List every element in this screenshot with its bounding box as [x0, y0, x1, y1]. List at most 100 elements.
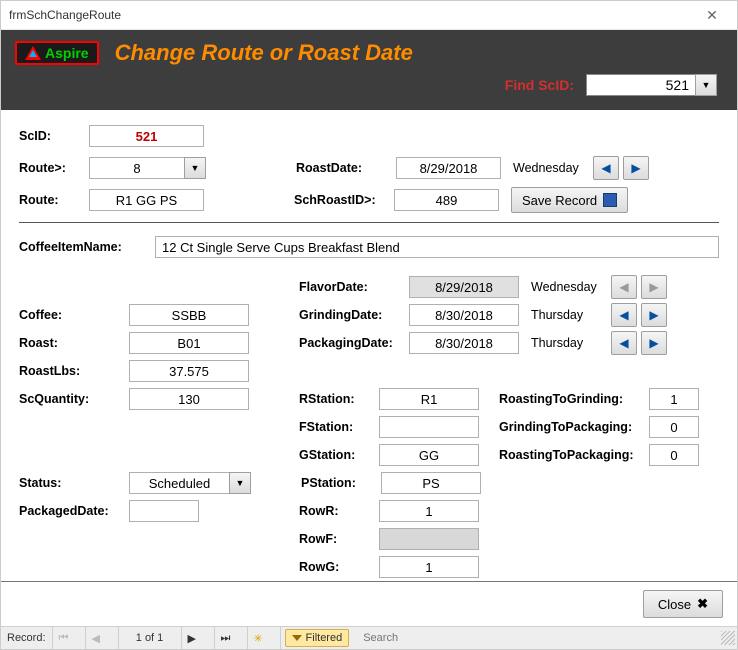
flavor-date-prev-button[interactable]: ◀ [611, 275, 637, 299]
page-title: Change Route or Roast Date [115, 40, 413, 66]
route-sel-value: 8 [89, 157, 184, 179]
close-label: Close [658, 597, 691, 612]
close-button[interactable]: Close ✖ [643, 590, 723, 618]
row-g-field[interactable]: 1 [379, 556, 479, 578]
grinding-date-field[interactable]: 8/30/2018 [409, 304, 519, 326]
roast-date-day: Wednesday [501, 161, 593, 175]
roasting-to-grinding-field[interactable]: 1 [649, 388, 699, 410]
g-station-field[interactable]: GG [379, 444, 479, 466]
record-nav-bar: Record: ⏮ ◀ 1 of 1 ▶ ⏭ ✳ Filtered [1, 626, 737, 649]
separator [19, 222, 719, 223]
grinding-to-packaging-field[interactable]: 0 [649, 416, 699, 438]
header: Aspire Change Route or Roast Date Find S… [1, 30, 737, 110]
p-station-label: PStation: [301, 476, 381, 490]
packaged-date-field[interactable] [129, 500, 199, 522]
roast-date-field[interactable]: 8/29/2018 [396, 157, 501, 179]
window-close-icon[interactable]: ✕ [695, 7, 729, 24]
packaging-date-next-button[interactable]: ▶ [641, 331, 667, 355]
flavor-date-day: Wednesday [519, 280, 611, 294]
sc-quantity-field[interactable]: 130 [129, 388, 249, 410]
find-scid-dropdown-icon[interactable]: ▼ [695, 74, 717, 96]
sch-roast-id-label: SchRoastID>: [294, 193, 394, 207]
roast-date-label: RoastDate: [296, 161, 396, 175]
record-new-button[interactable]: ✳ [248, 627, 281, 649]
grinding-date-label: GrindingDate: [299, 308, 409, 322]
grinding-date-next-button[interactable]: ▶ [641, 303, 667, 327]
packaging-date-label: PackagingDate: [299, 336, 409, 350]
route-field[interactable]: R1 GG PS [89, 189, 204, 211]
record-last-button[interactable]: ⏭ [215, 627, 248, 649]
filter-icon [292, 635, 302, 641]
route-sel-combo[interactable]: 8 ▼ [89, 157, 206, 179]
grinding-date-prev-button[interactable]: ◀ [611, 303, 637, 327]
f-station-field[interactable] [379, 416, 479, 438]
footer: Close ✖ [1, 581, 737, 626]
route-sel-dropdown-icon[interactable]: ▼ [184, 157, 206, 179]
roast-field[interactable]: B01 [129, 332, 249, 354]
save-record-button[interactable]: Save Record [511, 187, 628, 213]
grinding-date-day: Thursday [519, 308, 611, 322]
sch-roast-id-field[interactable]: 489 [394, 189, 499, 211]
record-first-button[interactable]: ⏮ [53, 627, 86, 649]
sc-quantity-label: ScQuantity: [19, 392, 129, 406]
record-label: Record: [1, 627, 53, 649]
find-scid-input[interactable] [586, 74, 695, 96]
record-filtered-label: Filtered [306, 632, 343, 644]
status-combo[interactable]: Scheduled ▼ [129, 472, 251, 494]
close-icon: ✖ [697, 596, 708, 612]
roasting-to-packaging-label: RoastingToPackaging: [499, 448, 649, 462]
r-station-field[interactable]: R1 [379, 388, 479, 410]
status-value: Scheduled [129, 472, 229, 494]
p-station-field[interactable]: PS [381, 472, 481, 494]
record-next-button[interactable]: ▶ [182, 627, 215, 649]
roast-date-prev-button[interactable]: ◀ [593, 156, 619, 180]
coffee-item-name-field[interactable]: 12 Ct Single Serve Cups Breakfast Blend [155, 236, 719, 258]
record-position: 1 of 1 [119, 627, 182, 649]
logo-text: Aspire [45, 45, 89, 61]
record-filtered-badge[interactable]: Filtered [285, 629, 350, 647]
find-scid-label: Find ScID: [505, 77, 574, 93]
flavor-date-label: FlavorDate: [299, 280, 409, 294]
status-dropdown-icon[interactable]: ▼ [229, 472, 251, 494]
packaging-date-field[interactable]: 8/30/2018 [409, 332, 519, 354]
find-scid-combo[interactable]: ▼ [586, 74, 717, 96]
r-station-label: RStation: [299, 392, 379, 406]
form-body: ScID: 521 Route>: 8 ▼ RoastDate: 8/29/20… [1, 110, 737, 581]
save-record-label: Save Record [522, 193, 597, 208]
scid-field[interactable]: 521 [89, 125, 204, 147]
roast-date-next-button[interactable]: ▶ [623, 156, 649, 180]
logo: Aspire [15, 41, 99, 65]
scid-label: ScID: [19, 129, 89, 143]
roast-label: Roast: [19, 336, 129, 350]
window-title: frmSchChangeRoute [9, 8, 121, 22]
row-f-label: RowF: [299, 532, 379, 546]
flavor-date-field[interactable]: 8/29/2018 [409, 276, 519, 298]
row-r-field[interactable]: 1 [379, 500, 479, 522]
packaging-date-day: Thursday [519, 336, 611, 350]
row-f-field[interactable] [379, 528, 479, 550]
packaging-date-prev-button[interactable]: ◀ [611, 331, 637, 355]
record-search-input[interactable] [359, 632, 447, 644]
roast-lbs-field[interactable]: 37.575 [129, 360, 249, 382]
row-r-label: RowR: [299, 504, 379, 518]
row-g-label: RowG: [299, 560, 379, 574]
flavor-date-next-button[interactable]: ▶ [641, 275, 667, 299]
coffee-label: Coffee: [19, 308, 129, 322]
grinding-to-packaging-label: GrindingToPackaging: [499, 420, 649, 434]
route-label: Route: [19, 193, 89, 207]
coffee-field[interactable]: SSBB [129, 304, 249, 326]
roast-lbs-label: RoastLbs: [19, 364, 129, 378]
roasting-to-packaging-field[interactable]: 0 [649, 444, 699, 466]
packaged-date-label: PackagedDate: [19, 504, 129, 518]
window: frmSchChangeRoute ✕ Aspire Change Route … [0, 0, 738, 650]
record-prev-button[interactable]: ◀ [86, 627, 119, 649]
logo-icon [25, 46, 41, 60]
resize-grip-icon[interactable] [721, 631, 735, 645]
coffee-item-name-label: CoffeeItemName: [19, 240, 149, 254]
g-station-label: GStation: [299, 448, 379, 462]
save-icon [603, 193, 617, 207]
f-station-label: FStation: [299, 420, 379, 434]
roasting-to-grinding-label: RoastingToGrinding: [499, 392, 649, 406]
status-label: Status: [19, 476, 129, 490]
route-sel-label: Route>: [19, 161, 89, 175]
